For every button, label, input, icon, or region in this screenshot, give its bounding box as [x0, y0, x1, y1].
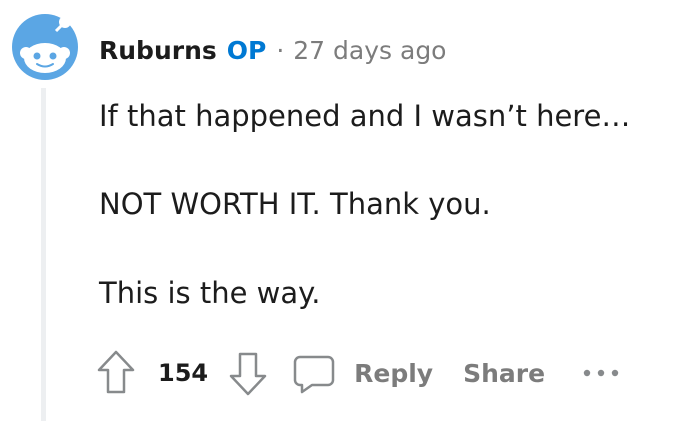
- reply-button[interactable]: Reply: [292, 351, 433, 395]
- comment: Ruburns OP · 27 days ago If that happene…: [0, 0, 700, 421]
- comment-meta: Ruburns OP · 27 days ago: [99, 30, 446, 70]
- op-badge: OP: [226, 35, 267, 65]
- share-button[interactable]: Share: [463, 359, 545, 388]
- comment-body-line: NOT WORTH IT. Thank you.: [99, 187, 491, 221]
- comment-timestamp[interactable]: 27 days ago: [293, 36, 446, 65]
- reply-label: Reply: [354, 358, 434, 388]
- thread-collapse-line[interactable]: [41, 88, 46, 421]
- more-options-button[interactable]: [581, 358, 621, 388]
- comment-action-bar: 154 Reply Share: [96, 345, 621, 401]
- meta-separator: ·: [276, 35, 285, 65]
- speech-bubble-icon: [293, 355, 335, 394]
- downvote-button[interactable]: [228, 348, 268, 398]
- comment-body-line: This is the way.: [99, 276, 321, 310]
- comment-body-line: If that happened and I wasn’t here…: [99, 99, 631, 133]
- arrow-down-icon: [229, 352, 267, 396]
- user-avatar[interactable]: [9, 11, 81, 83]
- ellipsis-icon: [583, 369, 619, 377]
- arrow-up-icon: [97, 350, 135, 394]
- upvote-button[interactable]: [96, 348, 136, 398]
- username-link[interactable]: Ruburns: [99, 36, 217, 65]
- reddit-snoo-avatar-icon: [12, 14, 78, 80]
- vote-score: 154: [158, 359, 209, 387]
